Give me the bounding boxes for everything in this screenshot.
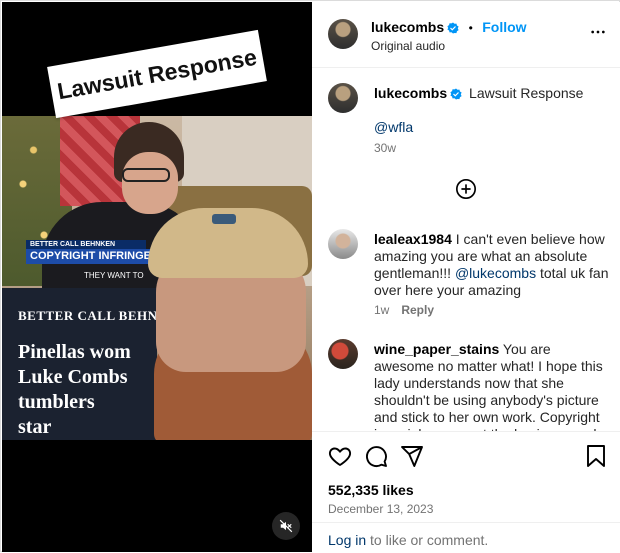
presenter-image [142, 204, 312, 440]
reply-button[interactable]: Reply [401, 303, 434, 317]
comment-username[interactable]: lealeax1984 [374, 231, 452, 247]
verified-badge-icon [447, 22, 459, 34]
header-separator: • [468, 21, 473, 35]
comments-section[interactable]: lukecombs Lawsuit Response @wfla 30w lea… [312, 69, 620, 431]
news-panel-head: BETTER CALL BEHN [18, 308, 158, 323]
heart-icon[interactable] [328, 444, 352, 468]
post-header: lukecombs • Follow Original audio [312, 2, 620, 68]
login-prompt: Log in to like or comment. [312, 522, 620, 553]
verified-badge-icon [450, 88, 462, 100]
share-icon[interactable] [400, 444, 424, 468]
login-prompt-text: to like or comment. [370, 532, 489, 548]
sticker-text: Lawsuit Response [55, 43, 259, 104]
text-sticker: Lawsuit Response [47, 29, 267, 119]
post-date[interactable]: December 13, 2023 [328, 502, 433, 516]
caption-mention[interactable]: @wfla [374, 119, 413, 135]
avatar[interactable] [328, 339, 358, 369]
load-more-comments-icon[interactable] [455, 178, 477, 200]
news-panel: BETTER CALL BEHN Pinellas wom Luke Combs… [2, 288, 157, 440]
audio-label[interactable]: Original audio [371, 39, 445, 53]
caption-text: Lawsuit Response [469, 85, 584, 101]
avatar[interactable] [328, 19, 358, 49]
reel-video[interactable]: BETTER CALL BEHNKEN COPYRIGHT INFRINGEM … [2, 2, 312, 552]
login-link[interactable]: Log in [328, 532, 366, 548]
comment-time: 1w [374, 303, 390, 317]
news-banner: COPYRIGHT INFRINGEM [26, 249, 161, 264]
comment-icon[interactable] [364, 444, 388, 468]
likes-count[interactable]: 552,335 likes [328, 482, 414, 498]
avatar[interactable] [328, 83, 358, 113]
bookmark-icon[interactable] [586, 444, 606, 468]
caption-time: 30w [374, 141, 397, 155]
header-username[interactable]: lukecombs [371, 19, 444, 35]
avatar[interactable] [328, 229, 358, 259]
comment-username[interactable]: wine_paper_stains [374, 341, 499, 357]
comment-mention[interactable]: @lukecombs [455, 265, 536, 281]
post-side-panel: lukecombs • Follow Original audio lukeco… [312, 2, 620, 552]
post-actions: 552,335 likes December 13, 2023 Log in t… [312, 431, 620, 552]
more-options-icon[interactable] [590, 24, 606, 40]
mute-button[interactable] [272, 512, 300, 540]
speaker-muted-icon [279, 519, 293, 533]
caption-username[interactable]: lukecombs [374, 85, 447, 101]
follow-button[interactable]: Follow [482, 19, 526, 35]
post-frame: BETTER CALL BEHNKEN COPYRIGHT INFRINGEM … [0, 0, 620, 552]
video-scene: BETTER CALL BEHNKEN COPYRIGHT INFRINGEM … [2, 116, 312, 440]
